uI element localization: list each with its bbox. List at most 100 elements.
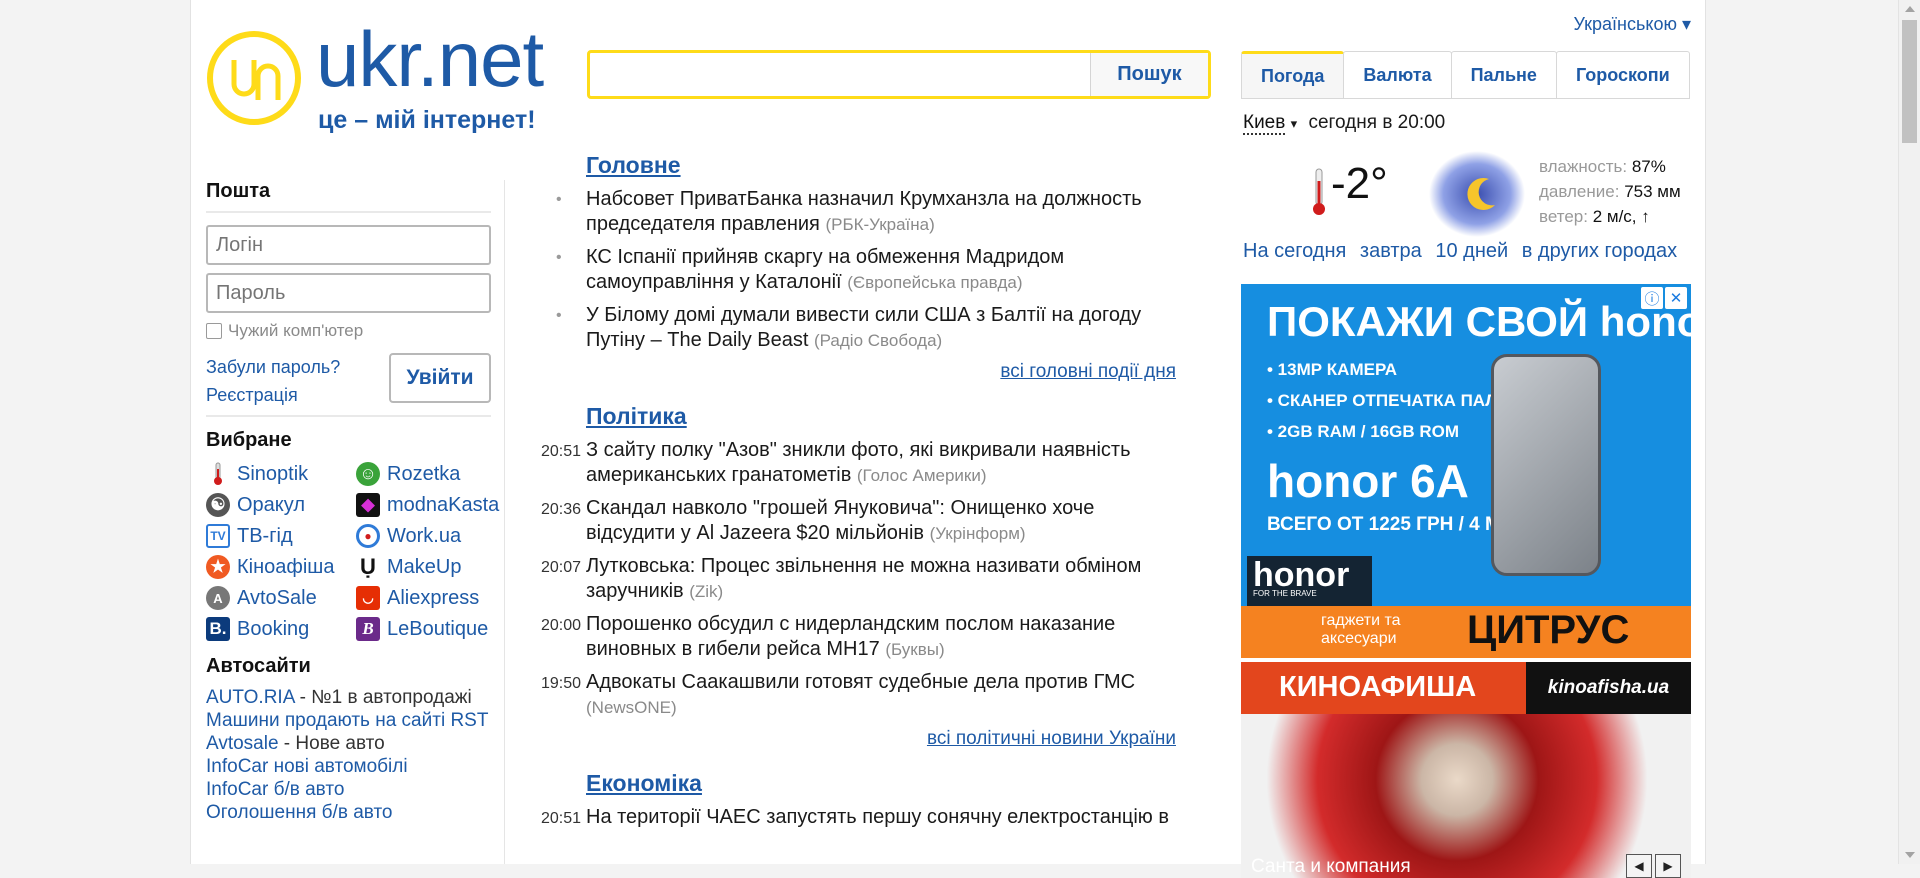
autosite-link[interactable]: AUTO.RIA - №1 в автопродажі: [206, 686, 506, 709]
weather-10days-link[interactable]: 10 дней: [1435, 240, 1516, 262]
ad-bottom-strip: гаджети та аксесуари ЦИТРУС: [1241, 606, 1691, 658]
tab-currency[interactable]: Валюта: [1343, 51, 1452, 99]
fav-label: ТВ-гід: [237, 524, 293, 547]
weather-tomorrow-link[interactable]: завтра: [1360, 240, 1430, 262]
info-icon[interactable]: ⓘ: [1641, 287, 1663, 309]
star-icon: ★: [206, 555, 230, 579]
autosites-list: AUTO.RIA - №1 в автопродажі Машини прода…: [206, 686, 506, 824]
news-item[interactable]: 20:51 На території ЧАЕС запустять першу с…: [526, 805, 1186, 830]
column-divider: [504, 180, 505, 864]
scroll-down-icon[interactable]: [1905, 852, 1915, 858]
chevron-down-icon[interactable]: ▾: [1291, 116, 1298, 131]
news-column: Головне • Набсовет ПриватБанка назначил К…: [526, 152, 1186, 830]
section-economy-title[interactable]: Економіка: [586, 770, 702, 797]
honor-ad-banner[interactable]: ПОКАЖИ СВОЙ honor • 13МР КАМЕРА • СКАНЕР…: [1241, 284, 1691, 658]
foreign-pc-row[interactable]: Чужий комп'ютер: [206, 321, 506, 341]
fav-oracle[interactable]: ☯ Оракул: [206, 493, 356, 517]
fav-workua[interactable]: ● Work.ua: [356, 524, 506, 548]
news-item[interactable]: 20:07 Лутковська: Процес звільнення не мо…: [526, 554, 1186, 604]
fav-kinoafisha[interactable]: ★ Кіноафіша: [206, 555, 356, 579]
login-button[interactable]: Увійти: [389, 353, 491, 403]
fav-aliexpress[interactable]: ◡ Aliexpress: [356, 586, 506, 610]
section-politics-title[interactable]: Політика: [586, 403, 687, 430]
logo-name: ukr.net: [316, 15, 544, 103]
weather-widget: -2° влажность: 87% давление: 753 мм вете…: [1301, 149, 1701, 249]
fav-label: Booking: [237, 617, 310, 640]
fav-rozetka[interactable]: ☺ Rozetka: [356, 462, 506, 486]
fav-label: Aliexpress: [387, 586, 480, 609]
movie-nav: ◀ ▶: [1623, 854, 1681, 878]
left-column: Пошта Чужий комп'ютер Забули пароль? Реє…: [206, 180, 506, 824]
avtosale-icon: A: [206, 586, 230, 610]
close-icon[interactable]: ✕: [1665, 287, 1687, 309]
autosite-link[interactable]: Avtosale - Нове авто: [206, 732, 506, 755]
autosites-title: Автосайти: [206, 655, 311, 677]
all-politics-news-link[interactable]: всі політичні новини України: [526, 728, 1176, 750]
page: ukr.net це – мій інтернет! Пошук Пошта Ч…: [190, 0, 1706, 878]
fav-label: Work.ua: [387, 524, 462, 547]
oracle-icon: ☯: [206, 493, 230, 517]
ukrnet-logo[interactable]: ukr.net це – мій інтернет!: [206, 15, 566, 136]
autosite-link[interactable]: Машини продають на сайті RST: [206, 709, 506, 732]
phone-image: [1491, 354, 1601, 576]
login-row: Забули пароль? Реєстрація Увійти: [206, 353, 506, 409]
scroll-up-icon[interactable]: [1905, 6, 1915, 12]
ad-model: honor 6A: [1267, 455, 1469, 507]
fav-sinoptik[interactable]: Sinoptik: [206, 462, 356, 486]
weather-city-row: Киев ▾ сегодня в 20:00: [1243, 112, 1446, 135]
foreign-pc-checkbox[interactable]: [206, 323, 222, 339]
page-scrollbar[interactable]: [1898, 0, 1920, 864]
prev-arrow-icon[interactable]: ◀: [1626, 854, 1652, 878]
news-item[interactable]: 19:50 Адвокаты Саакашвили готовят судебны…: [526, 670, 1186, 720]
password-field[interactable]: [206, 273, 491, 313]
fav-label: Оракул: [237, 493, 306, 516]
fav-label: Rozetka: [387, 462, 461, 485]
language-select[interactable]: Українською ▾: [1574, 14, 1691, 35]
news-item[interactable]: • У Білому домі думали вивести сили США з…: [526, 303, 1186, 353]
all-main-news-link[interactable]: всі головні події дня: [526, 361, 1176, 383]
today-time: сегодня в 20:00: [1308, 112, 1446, 133]
ad-bottom-small: гаджети та аксесуари: [1321, 612, 1401, 647]
weather-today-link[interactable]: На сегодня: [1243, 240, 1354, 262]
pressure-value: 753 мм: [1624, 182, 1681, 201]
next-arrow-icon[interactable]: ▶: [1655, 854, 1681, 878]
divider: [206, 211, 491, 213]
login-field[interactable]: [206, 225, 491, 265]
fav-label: Sinoptik: [237, 462, 309, 485]
leboutique-icon: B: [356, 617, 380, 641]
ad-title: ПОКАЖИ СВОЙ honor: [1267, 298, 1691, 345]
logo-slogan: це – мій інтернет!: [318, 106, 536, 134]
tab-horoscopes[interactable]: Гороскопи: [1555, 51, 1690, 99]
search-input[interactable]: [596, 59, 1076, 89]
news-item[interactable]: • Набсовет ПриватБанка назначил Крумханзл…: [526, 187, 1186, 237]
news-item[interactable]: 20:36 Скандал навколо "грошей Януковича":…: [526, 496, 1186, 546]
autosite-link[interactable]: Оголошення б/в авто: [206, 801, 506, 824]
news-item[interactable]: • КС Іспанії прийняв скаргу на обмеження …: [526, 245, 1186, 295]
wind-value: 2 м/с, ↑: [1592, 207, 1650, 226]
autosite-link[interactable]: InfoCar нові автомобілі: [206, 755, 506, 778]
makeup-icon: Ụ: [360, 554, 376, 579]
info-tabs: Погода Валюта Пальне Гороскопи: [1241, 51, 1690, 99]
fav-booking[interactable]: B. Booking: [206, 617, 356, 641]
fav-tv[interactable]: TV ТВ-гід: [206, 524, 356, 548]
autosite-link[interactable]: InfoCar б/в авто: [206, 778, 506, 801]
modnakasta-icon: ◆: [356, 493, 380, 517]
foreign-pc-label: Чужий комп'ютер: [228, 321, 364, 340]
city-select[interactable]: Киев: [1243, 112, 1286, 135]
fav-label: LeBoutique: [387, 617, 489, 640]
scroll-thumb[interactable]: [1902, 20, 1917, 143]
section-main-title[interactable]: Головне: [586, 152, 681, 179]
tab-fuel[interactable]: Пальне: [1450, 51, 1557, 99]
news-item[interactable]: 20:00 Порошенко обсудил с нидерландским п…: [526, 612, 1186, 662]
movie-caption: Санта и компания: [1251, 856, 1411, 877]
fav-makeup[interactable]: Ụ MakeUp: [356, 554, 506, 579]
news-item[interactable]: 20:51 З сайту полку "Азов" зникли фото, я…: [526, 438, 1186, 488]
search-button[interactable]: Пошук: [1090, 53, 1208, 96]
fav-modnakasta[interactable]: ◆ modnaKasta: [356, 493, 506, 517]
weather-other-cities-link[interactable]: в других городах: [1522, 240, 1685, 262]
fav-label: Кіноафіша: [237, 555, 335, 578]
kinoafisha-widget[interactable]: КИНОАФИША kinoafisha.ua Санта и компания…: [1241, 662, 1691, 878]
fav-leboutique[interactable]: B LeBoutique: [356, 617, 506, 641]
tab-weather[interactable]: Погода: [1241, 51, 1345, 99]
fav-avtosale[interactable]: A AvtoSale: [206, 586, 356, 610]
